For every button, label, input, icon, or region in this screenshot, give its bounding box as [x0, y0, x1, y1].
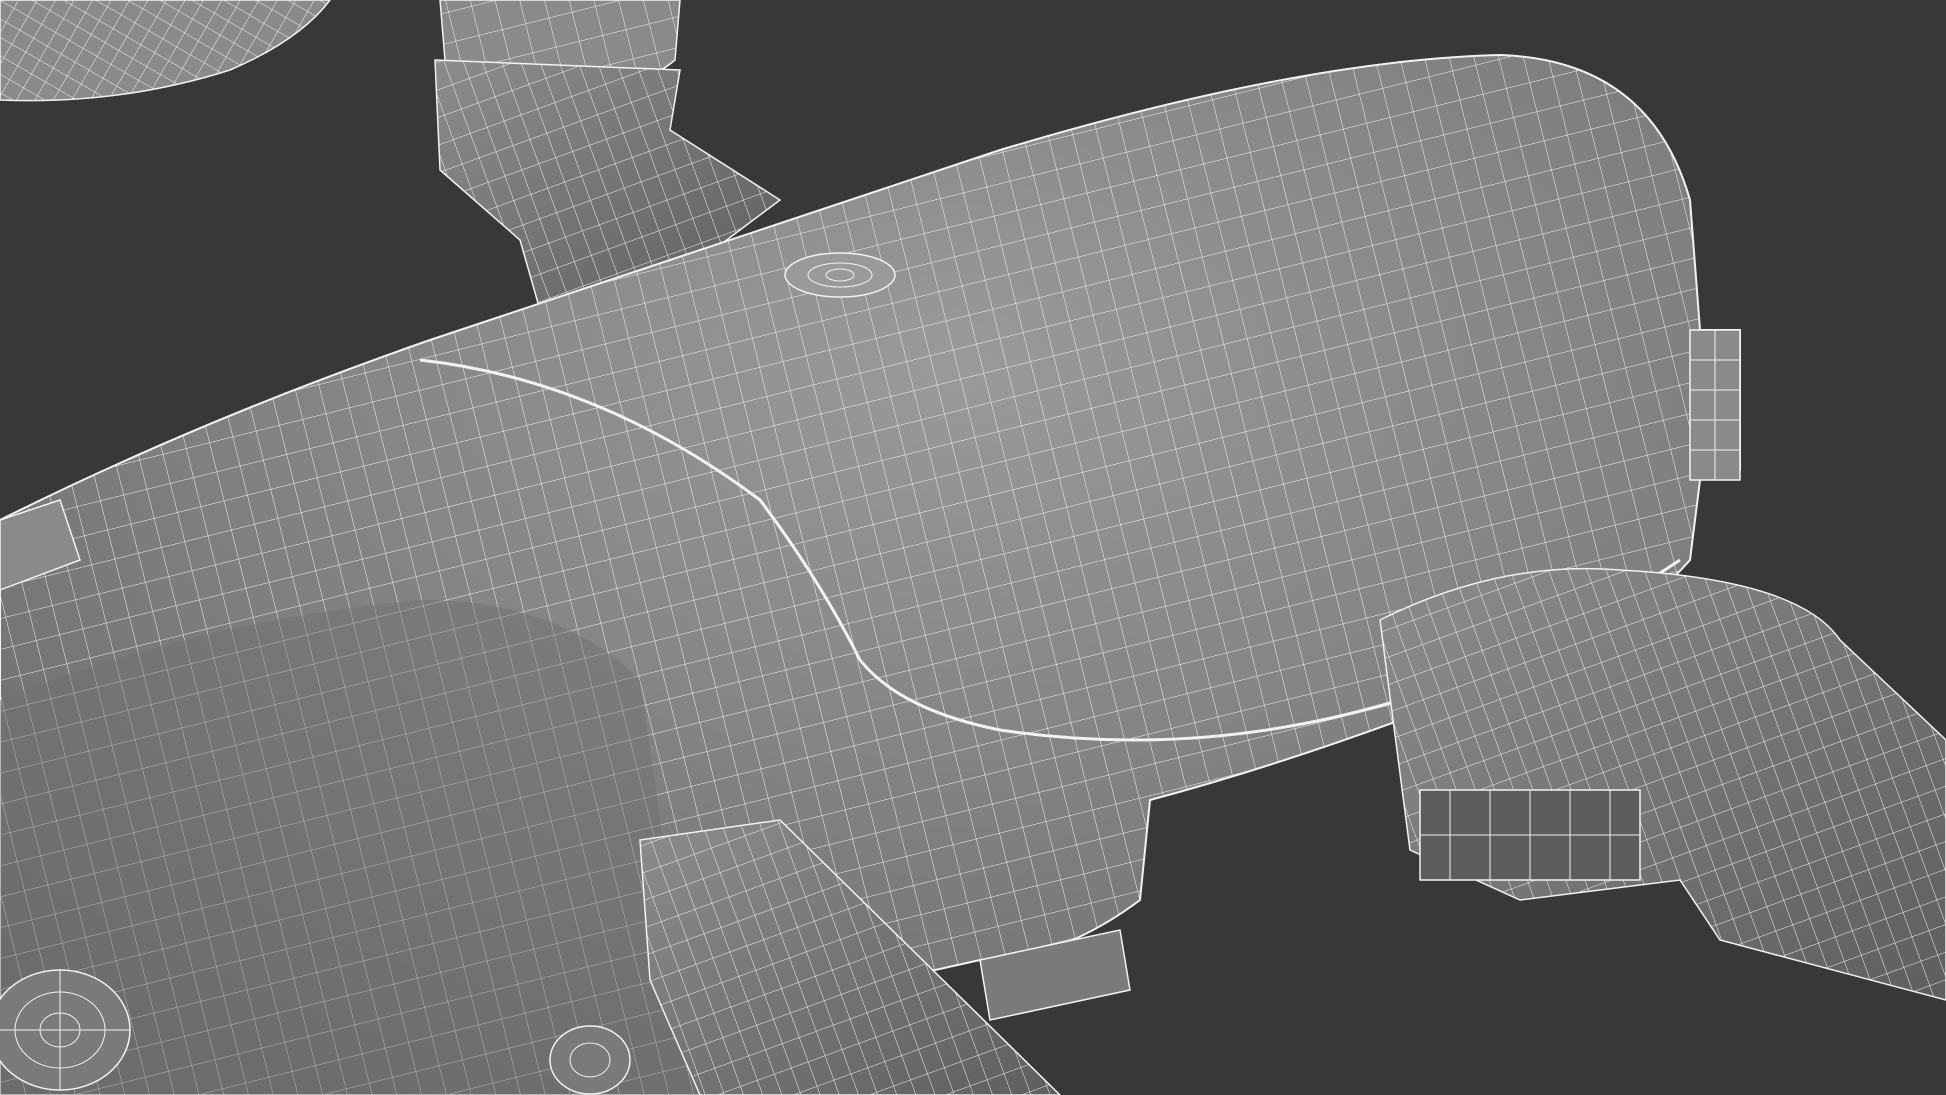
wireframe-render-viewport [0, 0, 1946, 1095]
drone-wireframe-render [0, 0, 1946, 1095]
